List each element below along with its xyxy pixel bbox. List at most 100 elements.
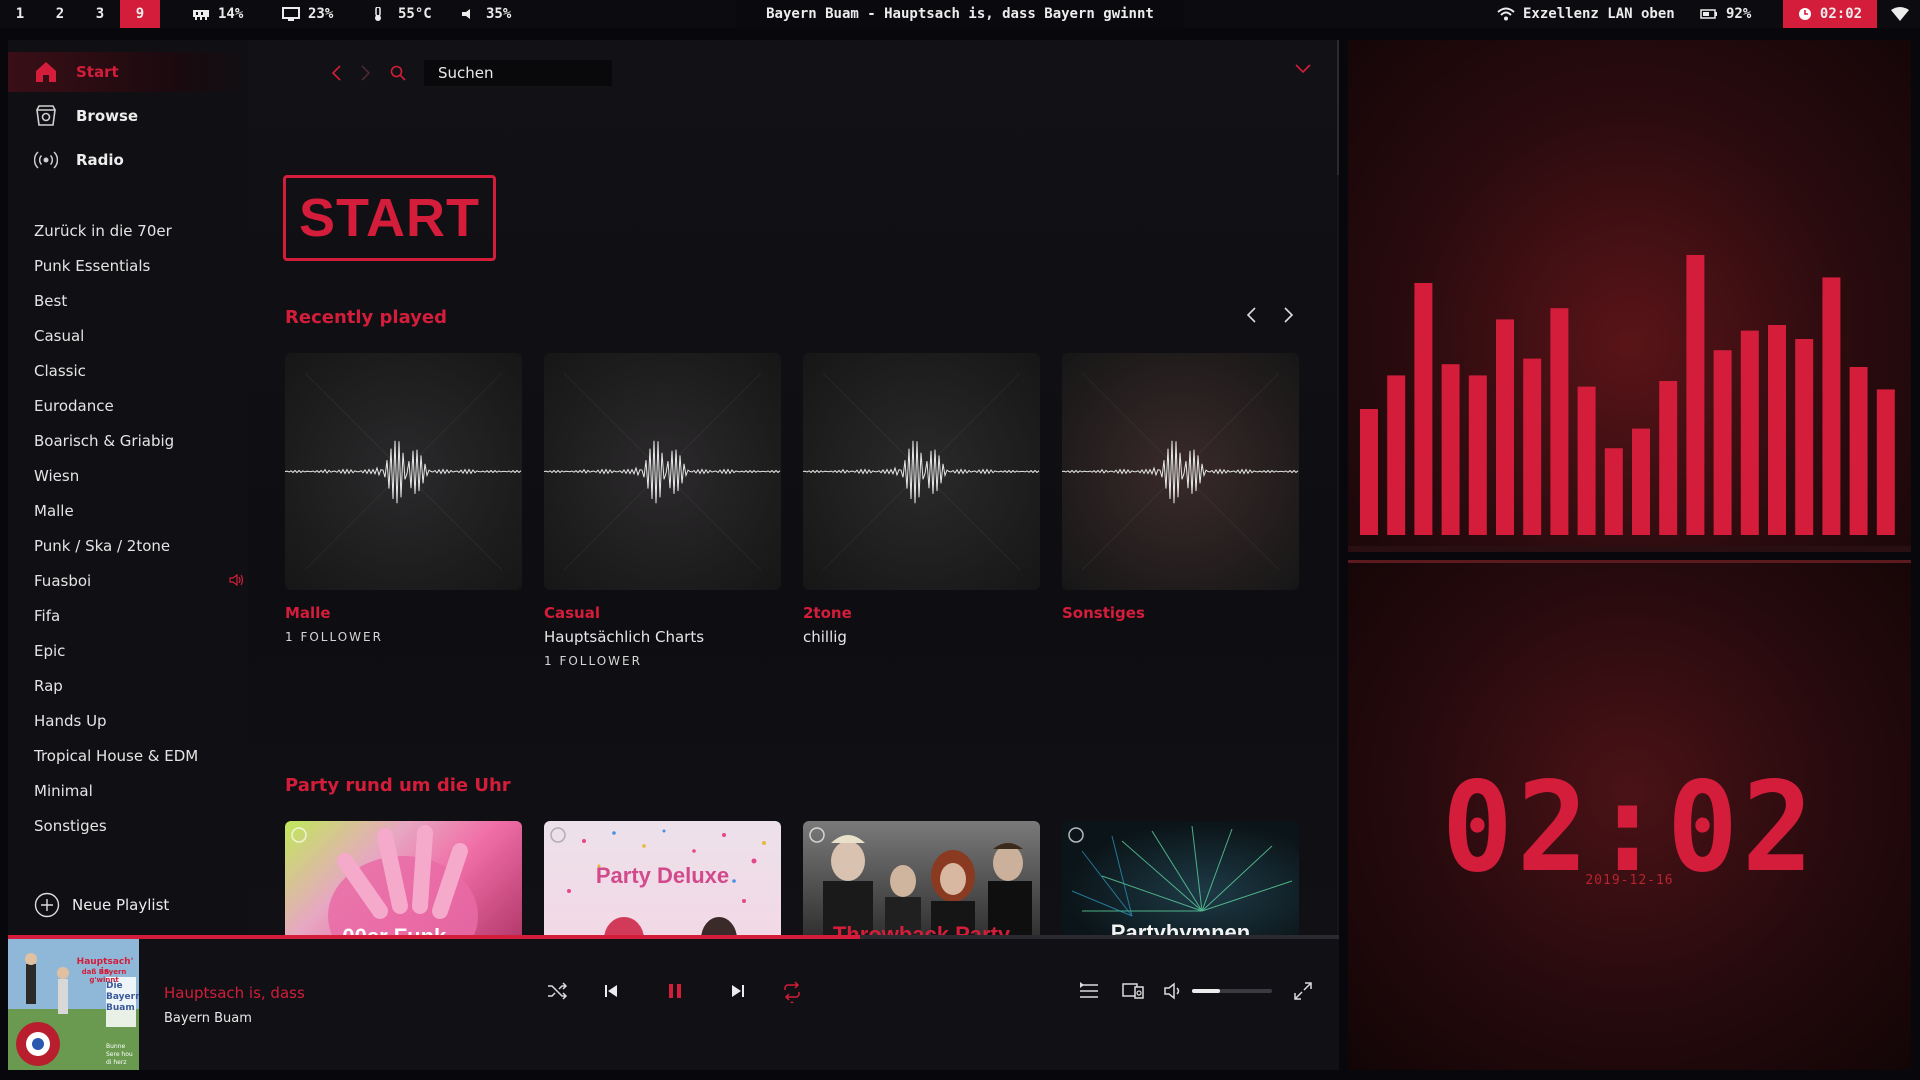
track-artist[interactable]: Bayern Buam [164, 1011, 252, 1026]
carousel-next-icon[interactable] [1278, 305, 1298, 325]
playlist-item[interactable]: Classic [34, 360, 244, 382]
scrollbar-track[interactable] [1337, 40, 1339, 940]
playlist-cover[interactable] [544, 353, 781, 590]
playlist-item[interactable]: Boarisch & Griabig [34, 430, 244, 452]
workspace-9[interactable]: 9 [120, 0, 160, 28]
fullscreen-icon[interactable] [1291, 979, 1315, 1003]
search-input[interactable]: Suchen [424, 60, 612, 86]
playlist-card[interactable]: 2tone chillig [803, 353, 1040, 646]
playlist-label: Malle [34, 502, 74, 520]
visualizer-bar [1468, 375, 1487, 535]
playlist-item[interactable]: Zurück in die 70er [34, 220, 244, 242]
workspace-3[interactable]: 3 [80, 0, 120, 28]
playlist-cover[interactable] [803, 353, 1040, 590]
playlist-label: Best [34, 292, 68, 310]
playlist-label: Hands Up [34, 712, 107, 730]
playlist-cover[interactable] [1062, 353, 1299, 590]
playlist-item[interactable]: Sonstiges [34, 815, 244, 837]
radio-icon [34, 151, 58, 169]
playlist-item[interactable]: Minimal [34, 780, 244, 802]
playlist-label: Boarisch & Griabig [34, 432, 175, 450]
plus-circle-icon [34, 892, 60, 918]
player-bar: Hauptsach' is daß Bayern g'winnt Die Bay… [8, 939, 1339, 1070]
playlist-item[interactable]: Tropical House & EDM [34, 745, 244, 767]
forward-arrow-icon[interactable] [360, 64, 372, 82]
party-card-1[interactable]: 00er Funk... [285, 821, 522, 940]
playlist-item[interactable]: Rap [34, 675, 244, 697]
volume-slider[interactable] [1192, 989, 1272, 993]
visualizer-bar [1441, 364, 1460, 535]
playlist-card[interactable]: Malle 1 FOLLOWER [285, 353, 522, 644]
playlist-label: Minimal [34, 782, 93, 800]
playlist-label: Epic [34, 642, 66, 660]
playlist-card-title[interactable]: Sonstiges [1062, 604, 1299, 622]
playlist-label: Punk / Ska / 2tone [34, 537, 171, 555]
now-playing-speaker-icon [229, 573, 244, 587]
header-bar: Suchen [330, 60, 612, 86]
volume-icon[interactable] [1162, 979, 1186, 1003]
back-arrow-icon[interactable] [330, 64, 342, 82]
playlist-item[interactable]: Punk / Ska / 2tone [34, 535, 244, 557]
visualizer-bar [1849, 367, 1868, 535]
album-cover[interactable]: Hauptsach' is daß Bayern g'winnt Die Bay… [8, 939, 139, 1070]
waveform-art [1062, 372, 1299, 571]
memory-value: 14% [218, 6, 244, 22]
volume-slider-fill [1192, 989, 1220, 993]
temperature-status: 55°C [372, 0, 432, 28]
new-playlist-button[interactable]: Neue Playlist [34, 892, 169, 918]
queue-icon[interactable] [1077, 979, 1101, 1003]
shuffle-icon[interactable] [545, 979, 569, 1003]
repeat-icon[interactable] [780, 979, 804, 1003]
playlist-item[interactable]: Hands Up [34, 710, 244, 732]
party-card-2[interactable]: Party Deluxe [544, 821, 781, 940]
chevron-down-icon[interactable] [1295, 64, 1311, 74]
memory-status: 14% [192, 0, 243, 28]
playlist-label: Casual [34, 327, 85, 345]
playlist-item[interactable]: Epic [34, 640, 244, 662]
album-cover-footer: Bunne Sere hou di herz [106, 1043, 133, 1066]
playlist-card[interactable]: Casual Hauptsächlich Charts 1 FOLLOWER [544, 353, 781, 668]
playlist-item[interactable]: Punk Essentials [34, 255, 244, 277]
visualizer-bar [1604, 448, 1623, 535]
battery-icon [1700, 9, 1717, 19]
carousel-prev-icon[interactable] [1242, 305, 1262, 325]
nav-start[interactable]: Start [8, 52, 248, 92]
track-title[interactable]: Hauptsach is, dass Bayern gwinnt [164, 984, 304, 1002]
playlist-item[interactable]: Fifa [34, 605, 244, 627]
wifi-signal-icon[interactable] [1891, 7, 1909, 21]
playlist-cover[interactable] [285, 353, 522, 590]
devices-icon[interactable] [1121, 979, 1145, 1003]
memory-icon [193, 10, 209, 20]
playlist-item[interactable]: Wiesn [34, 465, 244, 487]
visualizer-bar [1550, 308, 1569, 535]
next-track-icon[interactable] [726, 979, 750, 1003]
playlist-item[interactable]: Fuasboi [34, 570, 244, 592]
playlist-card[interactable]: Sonstiges [1062, 353, 1299, 622]
volume-status: 35% [460, 0, 511, 28]
playlist-item[interactable]: Best [34, 290, 244, 312]
playlist-label: Punk Essentials [34, 257, 151, 275]
temperature-value: 55°C [398, 6, 432, 22]
party-card-4[interactable]: Partyhymnen [1062, 821, 1299, 940]
pause-icon[interactable] [663, 979, 687, 1003]
workspace-1[interactable]: 1 [0, 0, 40, 28]
search-icon [390, 65, 406, 81]
nav-radio[interactable]: Radio [8, 140, 248, 180]
playlist-card-title[interactable]: Malle [285, 604, 522, 622]
home-icon [36, 62, 56, 82]
party-card-3[interactable]: Throwback Party [803, 821, 1040, 940]
previous-track-icon[interactable] [599, 979, 623, 1003]
visualizer-bar [1713, 350, 1732, 535]
playlist-item[interactable]: Malle [34, 500, 244, 522]
scrollbar-thumb[interactable] [1337, 40, 1339, 175]
playlist-card-title[interactable]: Casual [544, 604, 781, 622]
workspace-2[interactable]: 2 [40, 0, 80, 28]
playlist-card-title[interactable]: 2tone [803, 604, 1040, 622]
nav-browse[interactable]: Browse [8, 96, 248, 136]
playlist-label: Sonstiges [34, 817, 107, 835]
playlist-item[interactable]: Eurodance [34, 395, 244, 417]
window-title: Bayern Buam - Hauptsach is, dass Bayern … [736, 0, 1184, 28]
waveform-art [803, 372, 1040, 571]
playlist-item[interactable]: Casual [34, 325, 244, 347]
visualizer-bar [1659, 381, 1678, 535]
